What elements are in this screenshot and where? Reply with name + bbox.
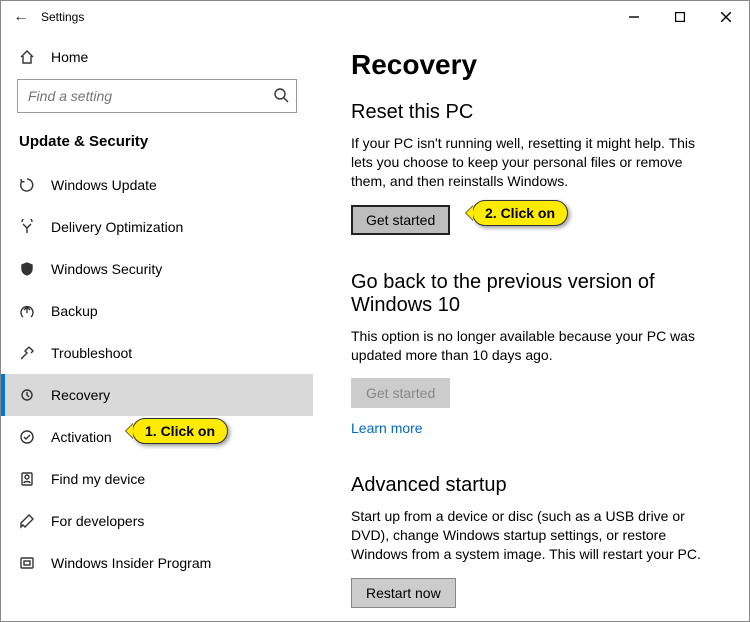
reset-get-started-button[interactable]: Get started xyxy=(351,205,450,235)
advanced-heading: Advanced startup xyxy=(351,474,723,497)
goback-section: Go back to the previous version of Windo… xyxy=(351,271,723,439)
nav-icon xyxy=(19,471,41,487)
learn-more-link[interactable]: Learn more xyxy=(351,420,423,436)
goback-get-started-button: Get started xyxy=(351,378,450,408)
nav-label: Troubleshoot xyxy=(51,345,132,361)
titlebar: ← Settings xyxy=(1,1,749,33)
nav-icon xyxy=(19,513,41,529)
sidebar-item-windows-insider-program[interactable]: Windows Insider Program xyxy=(1,542,313,584)
nav-icon xyxy=(19,555,41,571)
callout-1: 1. Click on xyxy=(132,418,228,444)
sidebar-item-troubleshoot[interactable]: Troubleshoot xyxy=(1,332,313,374)
sidebar-item-windows-security[interactable]: Windows Security xyxy=(1,248,313,290)
home-label: Home xyxy=(51,49,88,65)
nav-icon xyxy=(19,177,41,193)
nav-label: Windows Update xyxy=(51,177,157,193)
home-icon xyxy=(19,49,41,65)
sidebar-item-windows-update[interactable]: Windows Update xyxy=(1,164,313,206)
nav-label: Backup xyxy=(51,303,98,319)
reset-desc: If your PC isn't running well, resetting… xyxy=(351,134,711,191)
back-button[interactable]: ← xyxy=(7,8,35,26)
reset-heading: Reset this PC xyxy=(351,101,723,124)
nav-label: Activation xyxy=(51,429,112,445)
content-area: Recovery Reset this PC If your PC isn't … xyxy=(313,33,749,621)
sidebar: Home TenForums.com Update & Security Win… xyxy=(1,33,313,621)
nav-icon xyxy=(19,345,41,361)
restart-now-button[interactable]: Restart now xyxy=(351,578,456,608)
nav-label: For developers xyxy=(51,513,144,529)
nav-icon xyxy=(19,219,41,235)
goback-heading: Go back to the previous version of Windo… xyxy=(351,271,723,317)
sidebar-item-find-my-device[interactable]: Find my device xyxy=(1,458,313,500)
nav-label: Windows Security xyxy=(51,261,162,277)
window-title: Settings xyxy=(41,10,84,24)
nav-icon xyxy=(19,387,41,403)
sidebar-item-backup[interactable]: Backup xyxy=(1,290,313,332)
minimize-button[interactable] xyxy=(611,1,657,33)
sidebar-item-delivery-optimization[interactable]: Delivery Optimization xyxy=(1,206,313,248)
category-heading: Update & Security xyxy=(1,123,313,164)
search-input[interactable] xyxy=(17,79,297,113)
nav-icon xyxy=(19,429,41,445)
page-title: Recovery xyxy=(351,49,723,81)
close-button[interactable] xyxy=(703,1,749,33)
settings-window: ← Settings Home TenForums.com Update & S… xyxy=(0,0,750,622)
sidebar-item-for-developers[interactable]: For developers xyxy=(1,500,313,542)
callout-2: 2. Click on xyxy=(472,200,568,226)
advanced-desc: Start up from a device or disc (such as … xyxy=(351,507,711,564)
nav-icon xyxy=(19,303,41,319)
nav-label: Delivery Optimization xyxy=(51,219,183,235)
nav-label: Windows Insider Program xyxy=(51,555,211,571)
search-icon xyxy=(273,87,289,103)
home-nav[interactable]: Home xyxy=(1,39,313,75)
nav-label: Recovery xyxy=(51,387,110,403)
nav-icon xyxy=(19,261,41,277)
maximize-button[interactable] xyxy=(657,1,703,33)
goback-desc: This option is no longer available becau… xyxy=(351,327,711,365)
sidebar-item-recovery[interactable]: Recovery xyxy=(1,374,313,416)
nav-label: Find my device xyxy=(51,471,145,487)
advanced-section: Advanced startup Start up from a device … xyxy=(351,474,723,608)
